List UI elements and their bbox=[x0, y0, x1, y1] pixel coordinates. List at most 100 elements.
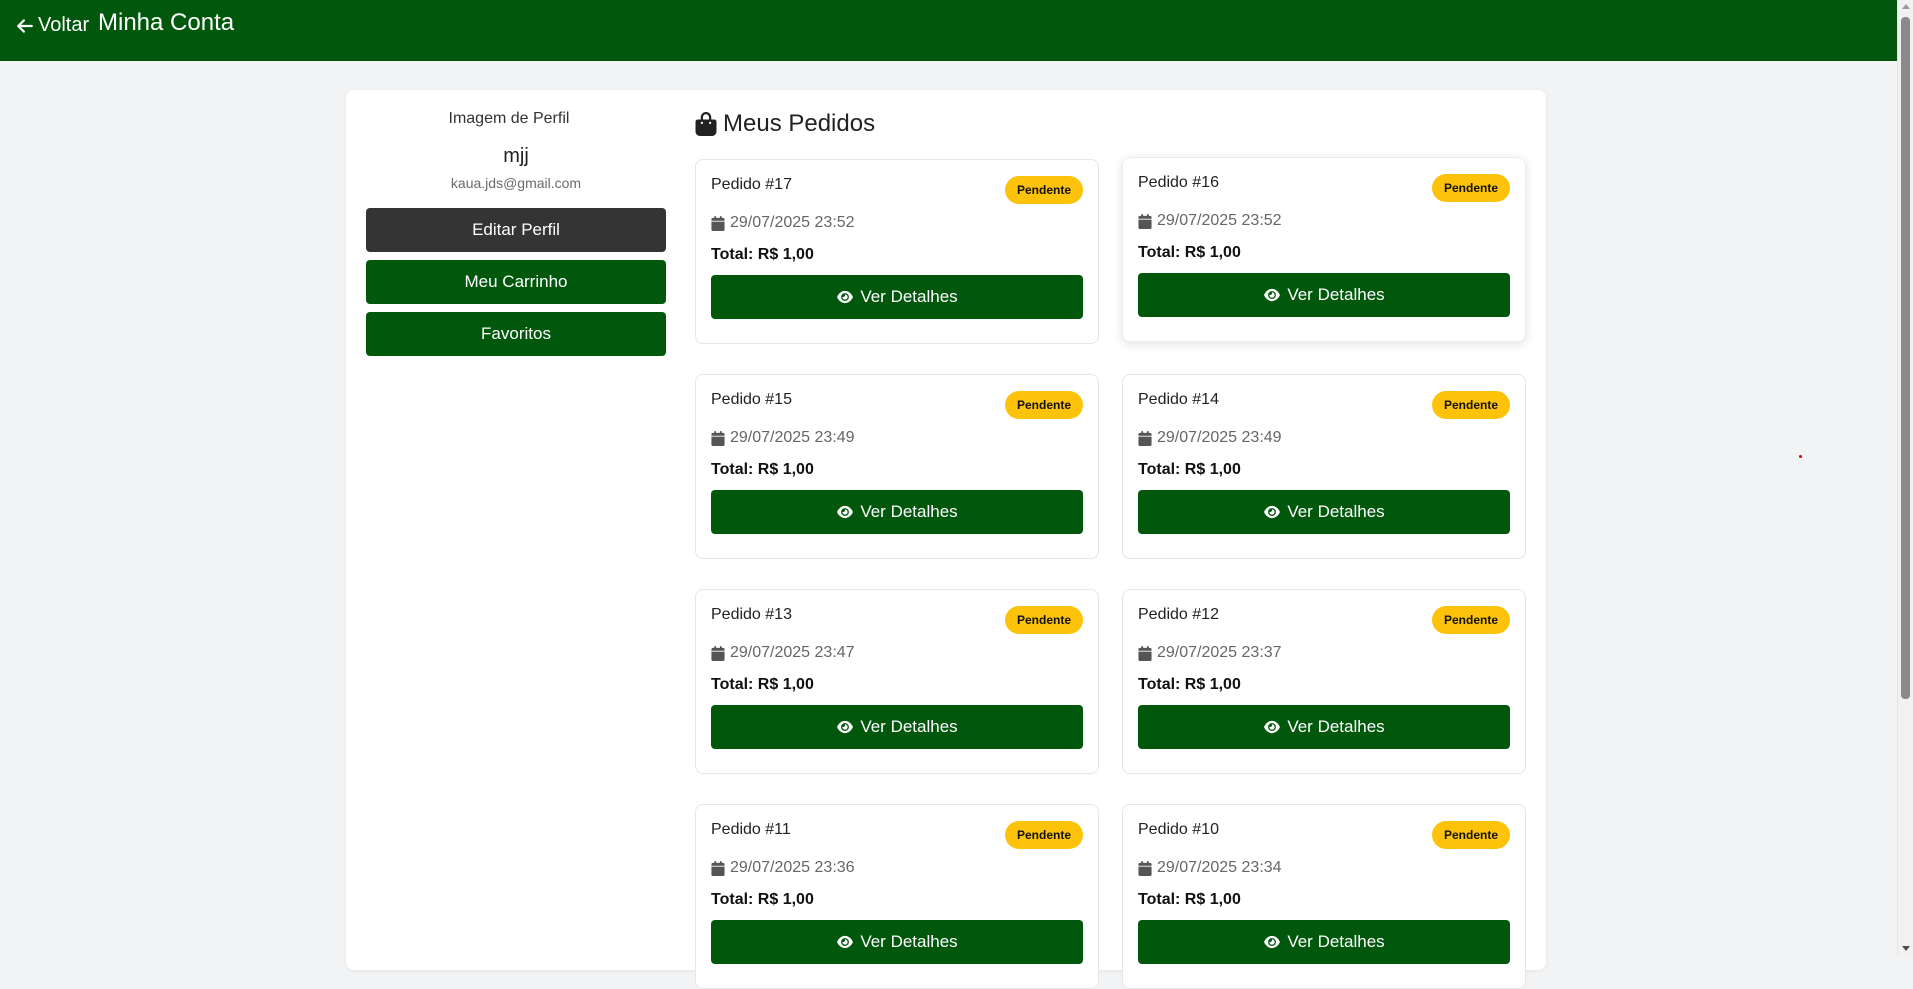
order-total: Total: R$ 1,00 bbox=[1138, 244, 1241, 261]
order-date-text: 29/07/2025 23:37 bbox=[1157, 644, 1282, 661]
order-card: Pedido #10 Pendente 29/07/2025 23:34 Total:… bbox=[1122, 804, 1526, 989]
status-badge: Pendente bbox=[1431, 606, 1510, 634]
view-details-label: Ver Detalhes bbox=[860, 502, 958, 521]
eye-icon bbox=[837, 720, 854, 734]
order-date-text: 29/07/2025 23:36 bbox=[730, 859, 855, 876]
shopping-bag-icon bbox=[695, 112, 717, 136]
profile-panel: Imagem de Perfil mjj kaua.jds@gmail.com … bbox=[366, 110, 666, 356]
calendar-icon bbox=[711, 430, 725, 446]
status-badge: Pendente bbox=[1431, 174, 1510, 202]
orders-title: Meus Pedidos bbox=[723, 110, 876, 137]
eye-icon bbox=[837, 290, 854, 304]
view-details-label: Ver Detalhes bbox=[860, 932, 958, 951]
my-cart-button[interactable]: Meu Carrinho bbox=[366, 260, 666, 304]
eye-icon bbox=[837, 935, 854, 949]
status-badge: Pendente bbox=[1431, 821, 1510, 849]
back-link[interactable]: Voltar bbox=[16, 14, 89, 37]
view-details-label: Ver Detalhes bbox=[1287, 502, 1385, 521]
view-details-label: Ver Detalhes bbox=[860, 287, 958, 306]
view-details-button[interactable]: Ver Detalhes bbox=[711, 920, 1083, 964]
view-details-button[interactable]: Ver Detalhes bbox=[1138, 273, 1510, 317]
profile-image-alt: Imagem de Perfil bbox=[448, 110, 570, 127]
view-details-button[interactable]: Ver Detalhes bbox=[1138, 920, 1510, 964]
order-date: 29/07/2025 23:49 bbox=[1138, 429, 1282, 447]
order-total: Total: R$ 1,00 bbox=[1138, 461, 1241, 478]
order-date: 29/07/2025 23:49 bbox=[711, 429, 855, 447]
arrow-left-icon bbox=[17, 18, 33, 33]
order-card: Pedido #17 Pendente 29/07/2025 23:52 Total:… bbox=[695, 159, 1099, 344]
order-card: Pedido #12 Pendente 29/07/2025 23:37 Total:… bbox=[1122, 589, 1526, 774]
order-card: Pedido #14 Pendente 29/07/2025 23:49 Total:… bbox=[1122, 374, 1526, 559]
page-scrollbar[interactable] bbox=[1897, 0, 1913, 956]
order-date: 29/07/2025 23:37 bbox=[1138, 644, 1282, 662]
view-details-button[interactable]: Ver Detalhes bbox=[1138, 490, 1510, 534]
order-date: 29/07/2025 23:34 bbox=[1138, 859, 1282, 877]
back-link-label: Voltar bbox=[38, 14, 90, 36]
scroll-up-icon[interactable] bbox=[1902, 4, 1910, 9]
order-title: Pedido #15 bbox=[711, 391, 792, 408]
view-details-label: Ver Detalhes bbox=[1287, 717, 1385, 736]
calendar-icon bbox=[711, 860, 725, 876]
order-title: Pedido #17 bbox=[711, 176, 792, 193]
order-date: 29/07/2025 23:36 bbox=[711, 859, 855, 877]
scroll-down-icon[interactable] bbox=[1902, 946, 1910, 951]
profile-email: kaua.jds@gmail.com bbox=[450, 175, 582, 191]
calendar-icon bbox=[1138, 213, 1152, 229]
eye-icon bbox=[1264, 288, 1281, 302]
favorites-button[interactable]: Favoritos bbox=[366, 312, 666, 356]
order-total: Total: R$ 1,00 bbox=[711, 676, 814, 693]
view-details-label: Ver Detalhes bbox=[1287, 285, 1385, 304]
status-badge: Pendente bbox=[1004, 821, 1083, 849]
order-date-text: 29/07/2025 23:52 bbox=[730, 214, 855, 231]
order-card: Pedido #16 Pendente 29/07/2025 23:52 Total:… bbox=[1122, 157, 1526, 342]
order-title: Pedido #10 bbox=[1138, 821, 1219, 838]
order-date-text: 29/07/2025 23:52 bbox=[1157, 212, 1282, 229]
order-date: 29/07/2025 23:47 bbox=[711, 644, 855, 662]
order-date-text: 29/07/2025 23:47 bbox=[730, 644, 855, 661]
order-title: Pedido #12 bbox=[1138, 606, 1219, 623]
view-details-label: Ver Detalhes bbox=[860, 717, 958, 736]
eye-icon bbox=[1264, 505, 1281, 519]
order-date: 29/07/2025 23:52 bbox=[1138, 212, 1282, 230]
calendar-icon bbox=[1138, 645, 1152, 661]
view-details-label: Ver Detalhes bbox=[1287, 932, 1385, 951]
profile-image: Imagem de Perfil bbox=[449, 110, 584, 132]
order-title: Pedido #11 bbox=[711, 821, 791, 838]
order-date-text: 29/07/2025 23:34 bbox=[1157, 859, 1282, 876]
order-date-text: 29/07/2025 23:49 bbox=[730, 429, 855, 446]
eye-icon bbox=[1264, 935, 1281, 949]
edit-profile-button[interactable]: Editar Perfil bbox=[366, 208, 666, 252]
order-date-text: 29/07/2025 23:49 bbox=[1157, 429, 1282, 446]
status-badge: Pendente bbox=[1004, 176, 1083, 204]
order-total: Total: R$ 1,00 bbox=[711, 891, 814, 908]
profile-name: mjj bbox=[503, 145, 529, 167]
status-badge: Pendente bbox=[1431, 391, 1510, 419]
view-details-button[interactable]: Ver Detalhes bbox=[711, 490, 1083, 534]
page-title: Minha Conta bbox=[98, 9, 235, 36]
status-badge: Pendente bbox=[1004, 606, 1083, 634]
calendar-icon bbox=[711, 645, 725, 661]
cursor-dot bbox=[1799, 455, 1802, 458]
order-title: Pedido #13 bbox=[711, 606, 792, 623]
calendar-icon bbox=[1138, 860, 1152, 876]
scrollbar-thumb[interactable] bbox=[1901, 17, 1910, 699]
order-title: Pedido #16 bbox=[1138, 174, 1219, 191]
order-card: Pedido #13 Pendente 29/07/2025 23:47 Total:… bbox=[695, 589, 1099, 774]
order-date: 29/07/2025 23:52 bbox=[711, 214, 855, 232]
status-badge: Pendente bbox=[1004, 391, 1083, 419]
eye-icon bbox=[837, 505, 854, 519]
top-navbar: Voltar Minha Conta bbox=[0, 0, 1897, 61]
orders-heading: Meus Pedidos bbox=[695, 110, 875, 138]
order-card: Pedido #11 Pendente 29/07/2025 23:36 Total:… bbox=[695, 804, 1099, 989]
order-card: Pedido #15 Pendente 29/07/2025 23:49 Total:… bbox=[695, 374, 1099, 559]
order-total: Total: R$ 1,00 bbox=[1138, 891, 1241, 908]
order-total: Total: R$ 1,00 bbox=[1138, 676, 1241, 693]
order-total: Total: R$ 1,00 bbox=[711, 246, 814, 263]
view-details-button[interactable]: Ver Detalhes bbox=[1138, 705, 1510, 749]
view-details-button[interactable]: Ver Detalhes bbox=[711, 705, 1083, 749]
order-title: Pedido #14 bbox=[1138, 391, 1219, 408]
eye-icon bbox=[1264, 720, 1281, 734]
account-card: Imagem de Perfil mjj kaua.jds@gmail.com … bbox=[346, 90, 1802, 989]
calendar-icon bbox=[1138, 430, 1152, 446]
view-details-button[interactable]: Ver Detalhes bbox=[711, 275, 1083, 319]
